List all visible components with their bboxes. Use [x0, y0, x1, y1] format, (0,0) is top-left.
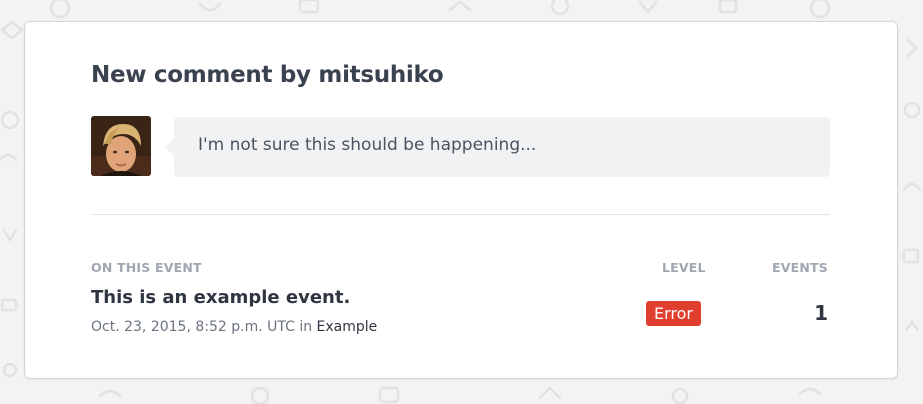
notification-card: New comment by mitsuhiko I'm not sure th… [24, 21, 898, 379]
event-count: 1 [814, 301, 828, 325]
event-meta: Oct. 23, 2015, 8:52 p.m. UTC in Example [91, 319, 377, 335]
user-avatar [91, 116, 151, 176]
comment-bubble: I'm not sure this should be happening... [165, 117, 830, 177]
header-on-this-event: ON THIS EVENT [91, 260, 202, 275]
event-timestamp: Oct. 23, 2015, 8:52 p.m. UTC [91, 319, 295, 335]
avatar-photo-icon [91, 116, 151, 176]
header-level: LEVEL [662, 260, 706, 275]
event-title-link[interactable]: This is an example event. [91, 287, 350, 308]
level-badge: Error [646, 301, 701, 326]
comment-text: I'm not sure this should be happening... [198, 135, 537, 155]
notification-title: New comment by mitsuhiko [91, 62, 444, 88]
header-events: EVENTS [772, 260, 828, 275]
project-link[interactable]: Example [317, 319, 378, 335]
event-in-label: in [299, 319, 313, 335]
section-divider [91, 214, 830, 215]
